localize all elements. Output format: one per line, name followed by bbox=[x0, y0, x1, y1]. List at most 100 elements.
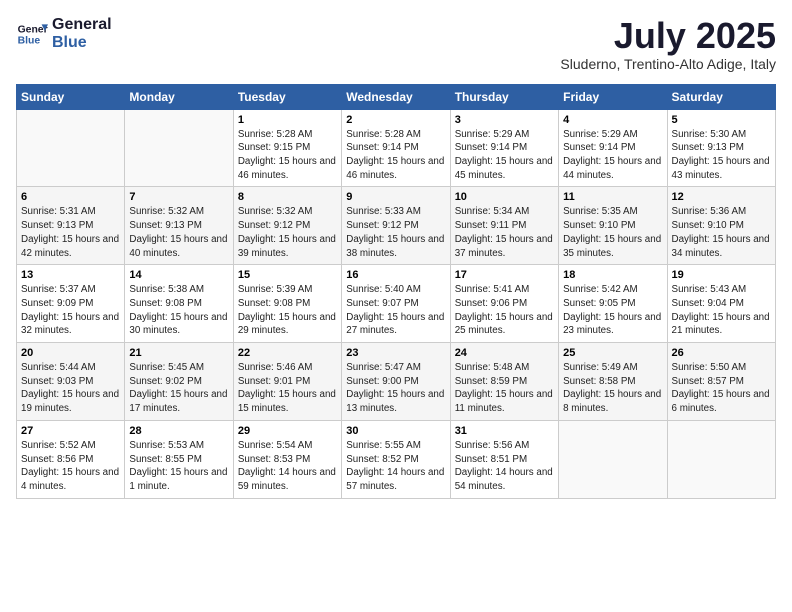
day-detail: Sunrise: 5:40 AM Sunset: 9:07 PM Dayligh… bbox=[346, 283, 445, 338]
day-cell: 14Sunrise: 5:38 AM Sunset: 9:08 PM Dayli… bbox=[125, 265, 233, 343]
day-detail: Sunrise: 5:56 AM Sunset: 8:51 PM Dayligh… bbox=[455, 439, 554, 494]
day-number: 10 bbox=[455, 191, 554, 203]
week-row-5: 27Sunrise: 5:52 AM Sunset: 8:56 PM Dayli… bbox=[17, 420, 776, 498]
day-cell: 25 Sunrise: 5:49 AM Sunset: 8:58 PM Dayli… bbox=[559, 343, 667, 421]
day-number: 28 bbox=[129, 425, 228, 437]
day-cell: 24 Sunrise: 5:48 AM Sunset: 8:59 PM Dayli… bbox=[450, 343, 558, 421]
day-detail: Sunrise: 5:39 AM Sunset: 9:08 PM Dayligh… bbox=[238, 283, 337, 338]
day-detail: Sunrise: 5:32 AM Sunset: 9:13 PM Dayligh… bbox=[129, 205, 228, 260]
day-number: 18 bbox=[563, 269, 662, 281]
day-detail: Sunrise: 5:32 AM Sunset: 9:12 PM Dayligh… bbox=[238, 205, 337, 260]
day-cell: 2 Sunrise: 5:28 AM Sunset: 9:14 PM Daylig… bbox=[342, 109, 450, 187]
day-detail: Sunrise: 5:35 AM Sunset: 9:10 PM Dayligh… bbox=[563, 205, 662, 260]
day-cell: 10 Sunrise: 5:34 AM Sunset: 9:11 PM Dayli… bbox=[450, 187, 558, 265]
col-header-monday: Monday bbox=[125, 84, 233, 109]
day-cell: 19 Sunrise: 5:43 AM Sunset: 9:04 PM Dayli… bbox=[667, 265, 775, 343]
week-row-3: 13 Sunrise: 5:37 AM Sunset: 9:09 PM Dayli… bbox=[17, 265, 776, 343]
day-number: 31 bbox=[455, 425, 554, 437]
day-cell: 22 Sunrise: 5:46 AM Sunset: 9:01 PM Dayli… bbox=[233, 343, 341, 421]
calendar-body: 1Sunrise: 5:28 AM Sunset: 9:15 PM Daylig… bbox=[17, 109, 776, 498]
day-detail: Sunrise: 5:28 AM Sunset: 9:14 PM Dayligh… bbox=[346, 128, 445, 183]
day-cell bbox=[559, 420, 667, 498]
day-cell: 29 Sunrise: 5:54 AM Sunset: 8:53 PM Dayli… bbox=[233, 420, 341, 498]
col-header-thursday: Thursday bbox=[450, 84, 558, 109]
day-cell: 27Sunrise: 5:52 AM Sunset: 8:56 PM Dayli… bbox=[17, 420, 125, 498]
day-cell: 18Sunrise: 5:42 AM Sunset: 9:05 PM Dayli… bbox=[559, 265, 667, 343]
day-detail: Sunrise: 5:48 AM Sunset: 8:59 PM Dayligh… bbox=[455, 361, 554, 416]
day-cell: 4 Sunrise: 5:29 AM Sunset: 9:14 PM Daylig… bbox=[559, 109, 667, 187]
day-cell: 16 Sunrise: 5:40 AM Sunset: 9:07 PM Dayli… bbox=[342, 265, 450, 343]
day-detail: Sunrise: 5:45 AM Sunset: 9:02 PM Dayligh… bbox=[129, 361, 228, 416]
day-number: 6 bbox=[21, 191, 120, 203]
day-detail: Sunrise: 5:41 AM Sunset: 9:06 PM Dayligh… bbox=[455, 283, 554, 338]
day-detail: Sunrise: 5:37 AM Sunset: 9:09 PM Dayligh… bbox=[21, 283, 120, 338]
day-cell bbox=[667, 420, 775, 498]
calendar-table: SundayMondayTuesdayWednesdayThursdayFrid… bbox=[16, 84, 776, 499]
day-number: 30 bbox=[346, 425, 445, 437]
day-cell: 6 Sunrise: 5:31 AM Sunset: 9:13 PM Daylig… bbox=[17, 187, 125, 265]
day-cell bbox=[125, 109, 233, 187]
day-detail: Sunrise: 5:46 AM Sunset: 9:01 PM Dayligh… bbox=[238, 361, 337, 416]
day-detail: Sunrise: 5:34 AM Sunset: 9:11 PM Dayligh… bbox=[455, 205, 554, 260]
day-number: 4 bbox=[563, 114, 662, 126]
location-subtitle: Sluderno, Trentino-Alto Adige, Italy bbox=[560, 56, 776, 72]
day-number: 2 bbox=[346, 114, 445, 126]
day-cell: 1Sunrise: 5:28 AM Sunset: 9:15 PM Daylig… bbox=[233, 109, 341, 187]
day-number: 3 bbox=[455, 114, 554, 126]
day-cell: 13 Sunrise: 5:37 AM Sunset: 9:09 PM Dayli… bbox=[17, 265, 125, 343]
day-number: 26 bbox=[672, 347, 771, 359]
day-cell: 26Sunrise: 5:50 AM Sunset: 8:57 PM Dayli… bbox=[667, 343, 775, 421]
day-cell: 28 Sunrise: 5:53 AM Sunset: 8:55 PM Dayli… bbox=[125, 420, 233, 498]
day-cell: 9 Sunrise: 5:33 AM Sunset: 9:12 PM Daylig… bbox=[342, 187, 450, 265]
day-detail: Sunrise: 5:30 AM Sunset: 9:13 PM Dayligh… bbox=[672, 128, 771, 183]
day-cell: 3 Sunrise: 5:29 AM Sunset: 9:14 PM Daylig… bbox=[450, 109, 558, 187]
day-detail: Sunrise: 5:55 AM Sunset: 8:52 PM Dayligh… bbox=[346, 439, 445, 494]
day-number: 16 bbox=[346, 269, 445, 281]
day-number: 13 bbox=[21, 269, 120, 281]
logo-icon: General Blue bbox=[16, 18, 48, 50]
day-detail: Sunrise: 5:33 AM Sunset: 9:12 PM Dayligh… bbox=[346, 205, 445, 260]
day-number: 19 bbox=[672, 269, 771, 281]
day-number: 8 bbox=[238, 191, 337, 203]
day-detail: Sunrise: 5:29 AM Sunset: 9:14 PM Dayligh… bbox=[455, 128, 554, 183]
day-number: 12 bbox=[672, 191, 771, 203]
day-number: 7 bbox=[129, 191, 228, 203]
day-detail: Sunrise: 5:31 AM Sunset: 9:13 PM Dayligh… bbox=[21, 205, 120, 260]
month-title: July 2025 bbox=[560, 16, 776, 56]
day-cell bbox=[17, 109, 125, 187]
day-cell: 8 Sunrise: 5:32 AM Sunset: 9:12 PM Daylig… bbox=[233, 187, 341, 265]
day-detail: Sunrise: 5:29 AM Sunset: 9:14 PM Dayligh… bbox=[563, 128, 662, 183]
week-row-1: 1Sunrise: 5:28 AM Sunset: 9:15 PM Daylig… bbox=[17, 109, 776, 187]
day-cell: 21 Sunrise: 5:45 AM Sunset: 9:02 PM Dayli… bbox=[125, 343, 233, 421]
logo-text-general: General bbox=[52, 16, 112, 34]
day-number: 21 bbox=[129, 347, 228, 359]
day-cell: 23Sunrise: 5:47 AM Sunset: 9:00 PM Dayli… bbox=[342, 343, 450, 421]
day-detail: Sunrise: 5:44 AM Sunset: 9:03 PM Dayligh… bbox=[21, 361, 120, 416]
day-detail: Sunrise: 5:53 AM Sunset: 8:55 PM Dayligh… bbox=[129, 439, 228, 494]
day-number: 29 bbox=[238, 425, 337, 437]
day-cell: 31 Sunrise: 5:56 AM Sunset: 8:51 PM Dayli… bbox=[450, 420, 558, 498]
week-row-4: 20 Sunrise: 5:44 AM Sunset: 9:03 PM Dayli… bbox=[17, 343, 776, 421]
day-number: 9 bbox=[346, 191, 445, 203]
day-detail: Sunrise: 5:54 AM Sunset: 8:53 PM Dayligh… bbox=[238, 439, 337, 494]
day-cell: 17 Sunrise: 5:41 AM Sunset: 9:06 PM Dayli… bbox=[450, 265, 558, 343]
col-header-friday: Friday bbox=[559, 84, 667, 109]
day-detail: Sunrise: 5:36 AM Sunset: 9:10 PM Dayligh… bbox=[672, 205, 771, 260]
day-number: 17 bbox=[455, 269, 554, 281]
col-header-wednesday: Wednesday bbox=[342, 84, 450, 109]
logo-text-blue: Blue bbox=[52, 34, 112, 52]
day-cell: 7 Sunrise: 5:32 AM Sunset: 9:13 PM Daylig… bbox=[125, 187, 233, 265]
day-detail: Sunrise: 5:49 AM Sunset: 8:58 PM Dayligh… bbox=[563, 361, 662, 416]
day-number: 25 bbox=[563, 347, 662, 359]
day-number: 23 bbox=[346, 347, 445, 359]
day-number: 20 bbox=[21, 347, 120, 359]
page-header: General Blue General Blue July 2025 Slud… bbox=[16, 16, 776, 72]
day-number: 24 bbox=[455, 347, 554, 359]
day-number: 14 bbox=[129, 269, 228, 281]
calendar-header-row: SundayMondayTuesdayWednesdayThursdayFrid… bbox=[17, 84, 776, 109]
svg-text:Blue: Blue bbox=[18, 35, 41, 46]
day-number: 22 bbox=[238, 347, 337, 359]
day-cell: 15Sunrise: 5:39 AM Sunset: 9:08 PM Dayli… bbox=[233, 265, 341, 343]
day-cell: 20 Sunrise: 5:44 AM Sunset: 9:03 PM Dayli… bbox=[17, 343, 125, 421]
day-detail: Sunrise: 5:43 AM Sunset: 9:04 PM Dayligh… bbox=[672, 283, 771, 338]
